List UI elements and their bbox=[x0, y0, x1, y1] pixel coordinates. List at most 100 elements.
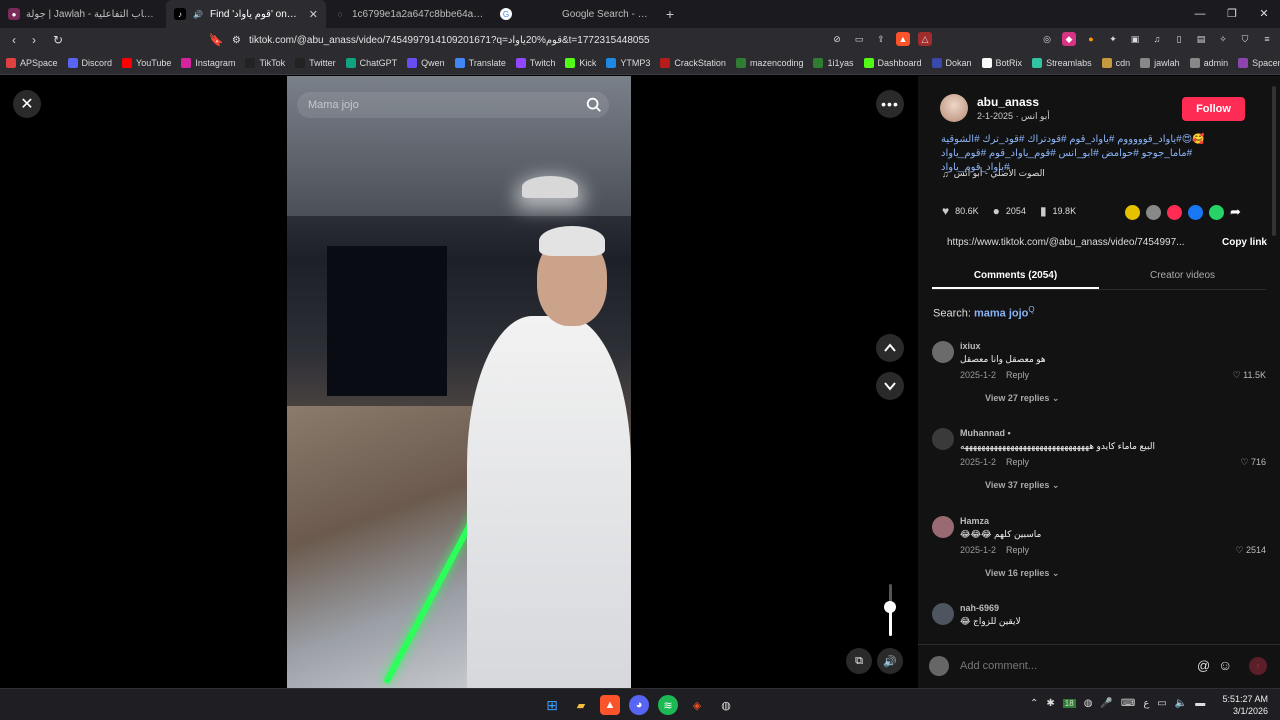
bookmark-item[interactable]: admin bbox=[1189, 58, 1228, 68]
commenter-name[interactable]: nah-6969 bbox=[960, 603, 999, 613]
close-video-button[interactable]: ✕ bbox=[13, 90, 41, 118]
tab-google[interactable]: G Google Search - قمر الدين bbox=[492, 0, 658, 28]
bookmark-item[interactable]: Discord bbox=[67, 58, 112, 68]
like-button[interactable]: ♥ 80.6K bbox=[942, 204, 979, 218]
bookmark-item[interactable]: Dokan bbox=[931, 58, 972, 68]
battery-icon[interactable]: ▬ bbox=[1195, 698, 1205, 709]
volume-icon[interactable]: 🔊 bbox=[877, 648, 903, 674]
related-search-query[interactable]: mama jojo bbox=[974, 308, 1028, 320]
post-comment-button[interactable]: ↑ bbox=[1249, 657, 1267, 675]
commenter-avatar[interactable] bbox=[932, 341, 954, 363]
view-replies-button[interactable]: View 27 replies ⌄ bbox=[985, 393, 1059, 404]
app-tray-icon[interactable]: 18 bbox=[1062, 699, 1076, 708]
brave-rewards-icon[interactable]: △ bbox=[918, 32, 932, 46]
commenter-avatar[interactable] bbox=[932, 603, 954, 625]
bookmark-item[interactable]: Translate bbox=[454, 58, 506, 68]
sidebar-icon[interactable]: ▯ bbox=[1172, 32, 1186, 46]
commenter-name[interactable]: ixiux bbox=[960, 341, 981, 351]
bookmark-item[interactable]: Streamlabs bbox=[1032, 58, 1092, 68]
whatsapp-icon[interactable] bbox=[1209, 204, 1224, 220]
shield-icon[interactable]: ⛉ bbox=[1238, 32, 1252, 46]
extension-icon[interactable]: ◆ bbox=[1062, 32, 1076, 46]
bookmark-item[interactable]: YTMP3 bbox=[606, 58, 650, 68]
bookmark-item[interactable]: jawlah bbox=[1140, 58, 1180, 68]
brave-shields-icon[interactable]: ▲ bbox=[896, 32, 910, 46]
close-window-button[interactable]: ✕ bbox=[1248, 0, 1280, 28]
bookmark-item[interactable]: Twitter bbox=[295, 58, 336, 68]
github-desktop-icon[interactable]: ◍ bbox=[716, 695, 736, 715]
bookmark-item[interactable]: mazencoding bbox=[735, 58, 803, 68]
comment-button[interactable]: ● 2054 bbox=[993, 204, 1026, 218]
puzzle-icon[interactable]: ✦ bbox=[1106, 32, 1120, 46]
screenshot-icon[interactable]: ▣ bbox=[1128, 32, 1142, 46]
cast-icon[interactable]: ▭ bbox=[852, 32, 866, 46]
bookmark-item[interactable]: CrackStation bbox=[660, 58, 726, 68]
bookmark-item[interactable]: Instagram bbox=[181, 58, 235, 68]
bookmark-item[interactable]: APSpace bbox=[6, 58, 58, 68]
bookmark-item[interactable]: ChatGPT bbox=[345, 58, 397, 68]
add-comment-input[interactable]: Add comment... bbox=[960, 660, 1037, 672]
bookmark-item[interactable]: Dashboard bbox=[863, 58, 922, 68]
mention-icon[interactable]: @ bbox=[1197, 658, 1210, 673]
file-explorer-icon[interactable]: ▰ bbox=[571, 695, 591, 715]
view-replies-button[interactable]: View 16 replies ⌄ bbox=[985, 568, 1059, 579]
reply-button[interactable]: Reply bbox=[1006, 545, 1029, 555]
commenter-name[interactable]: Muhannad • bbox=[960, 428, 1011, 438]
follow-button[interactable]: Follow bbox=[1182, 97, 1245, 121]
site-settings-icon[interactable]: ⚙ bbox=[232, 35, 241, 46]
microphone-icon[interactable]: 🎤 bbox=[1100, 698, 1112, 709]
bookmark-item[interactable]: cdn bbox=[1101, 58, 1130, 68]
search-icon[interactable] bbox=[585, 96, 603, 114]
bookmark-item[interactable]: Qwen bbox=[407, 58, 445, 68]
video-search-bar[interactable]: Mama jojo bbox=[297, 92, 609, 118]
send-icon[interactable] bbox=[1167, 204, 1182, 220]
vpn-icon[interactable]: ◎ bbox=[1040, 32, 1054, 46]
tab-jawlah[interactable]: ● جولة | Jawlah - منصة الألعاب التفاعلية bbox=[0, 0, 166, 28]
language-indicator[interactable]: ع bbox=[1143, 698, 1149, 709]
view-replies-button[interactable]: View 37 replies ⌄ bbox=[985, 480, 1059, 491]
mute-icon[interactable]: ⊘ bbox=[830, 32, 844, 46]
author-info[interactable]: abu_anass أبو انس · 2025-1-2 bbox=[940, 94, 1050, 122]
save-button[interactable]: ▮ 19.8K bbox=[1040, 204, 1076, 218]
share-arrow-icon[interactable]: ➦ bbox=[1230, 204, 1241, 220]
reply-button[interactable]: Reply bbox=[1006, 457, 1029, 467]
comment-like-button[interactable]: ♡ 2514 bbox=[1235, 545, 1266, 556]
chevron-up-icon[interactable]: ⌃ bbox=[1030, 698, 1038, 709]
more-options-button[interactable]: ••• bbox=[876, 90, 904, 118]
copy-link-button[interactable]: Copy link bbox=[1222, 237, 1267, 248]
maximize-button[interactable]: ❐ bbox=[1216, 0, 1248, 28]
author-avatar[interactable] bbox=[940, 94, 968, 122]
volume-slider-handle[interactable] bbox=[884, 601, 896, 613]
author-username[interactable]: abu_anass bbox=[977, 95, 1050, 109]
sound-link[interactable]: ♫ الصوت الأصلي - أبو انس bbox=[942, 168, 1045, 179]
bookmark-item[interactable]: 1i1yas bbox=[813, 58, 854, 68]
panel-scrollbar[interactable] bbox=[1272, 86, 1276, 236]
reply-button[interactable]: Reply bbox=[1006, 370, 1029, 380]
slack-icon[interactable]: ✱ bbox=[1046, 698, 1054, 709]
previous-video-button[interactable] bbox=[876, 334, 904, 362]
related-search[interactable]: Search: mama jojoQ bbox=[933, 305, 1035, 320]
taskbar-clock[interactable]: 5:51:27 AM 3/1/2026 bbox=[1222, 693, 1268, 717]
new-tab-button[interactable]: + bbox=[658, 6, 682, 22]
tab-creator-videos[interactable]: Creator videos bbox=[1099, 264, 1266, 289]
reload-button[interactable]: ↻ bbox=[48, 33, 68, 47]
bookmark-item[interactable]: YouTube bbox=[122, 58, 171, 68]
menu-icon[interactable]: ≡ bbox=[1260, 32, 1274, 46]
next-video-button[interactable] bbox=[876, 372, 904, 400]
bookmark-item[interactable]: Kick bbox=[565, 58, 596, 68]
minimize-button[interactable]: — bbox=[1184, 0, 1216, 28]
video-player[interactable]: Mama jojo bbox=[287, 76, 631, 688]
discord-icon[interactable]: ◕ bbox=[629, 695, 649, 715]
bookmark-page-icon[interactable]: 🔖 bbox=[206, 33, 226, 47]
floating-player-button[interactable]: ⧉ bbox=[846, 648, 872, 674]
share-icon[interactable]: ⇪ bbox=[874, 32, 888, 46]
commenter-avatar[interactable] bbox=[932, 428, 954, 450]
start-menu-icon[interactable]: ⊞ bbox=[542, 695, 562, 715]
bookmark-item[interactable]: Twitch bbox=[515, 58, 555, 68]
wallet-icon[interactable]: ▤ bbox=[1194, 32, 1208, 46]
figma-icon[interactable]: ◈ bbox=[687, 695, 707, 715]
app-tray-icon[interactable]: ◍ bbox=[1084, 698, 1093, 709]
coin-icon[interactable] bbox=[1125, 204, 1140, 220]
emoji-icon[interactable]: ☺ bbox=[1218, 657, 1232, 673]
comment-like-button[interactable]: ♡ 11.5K bbox=[1233, 370, 1266, 381]
